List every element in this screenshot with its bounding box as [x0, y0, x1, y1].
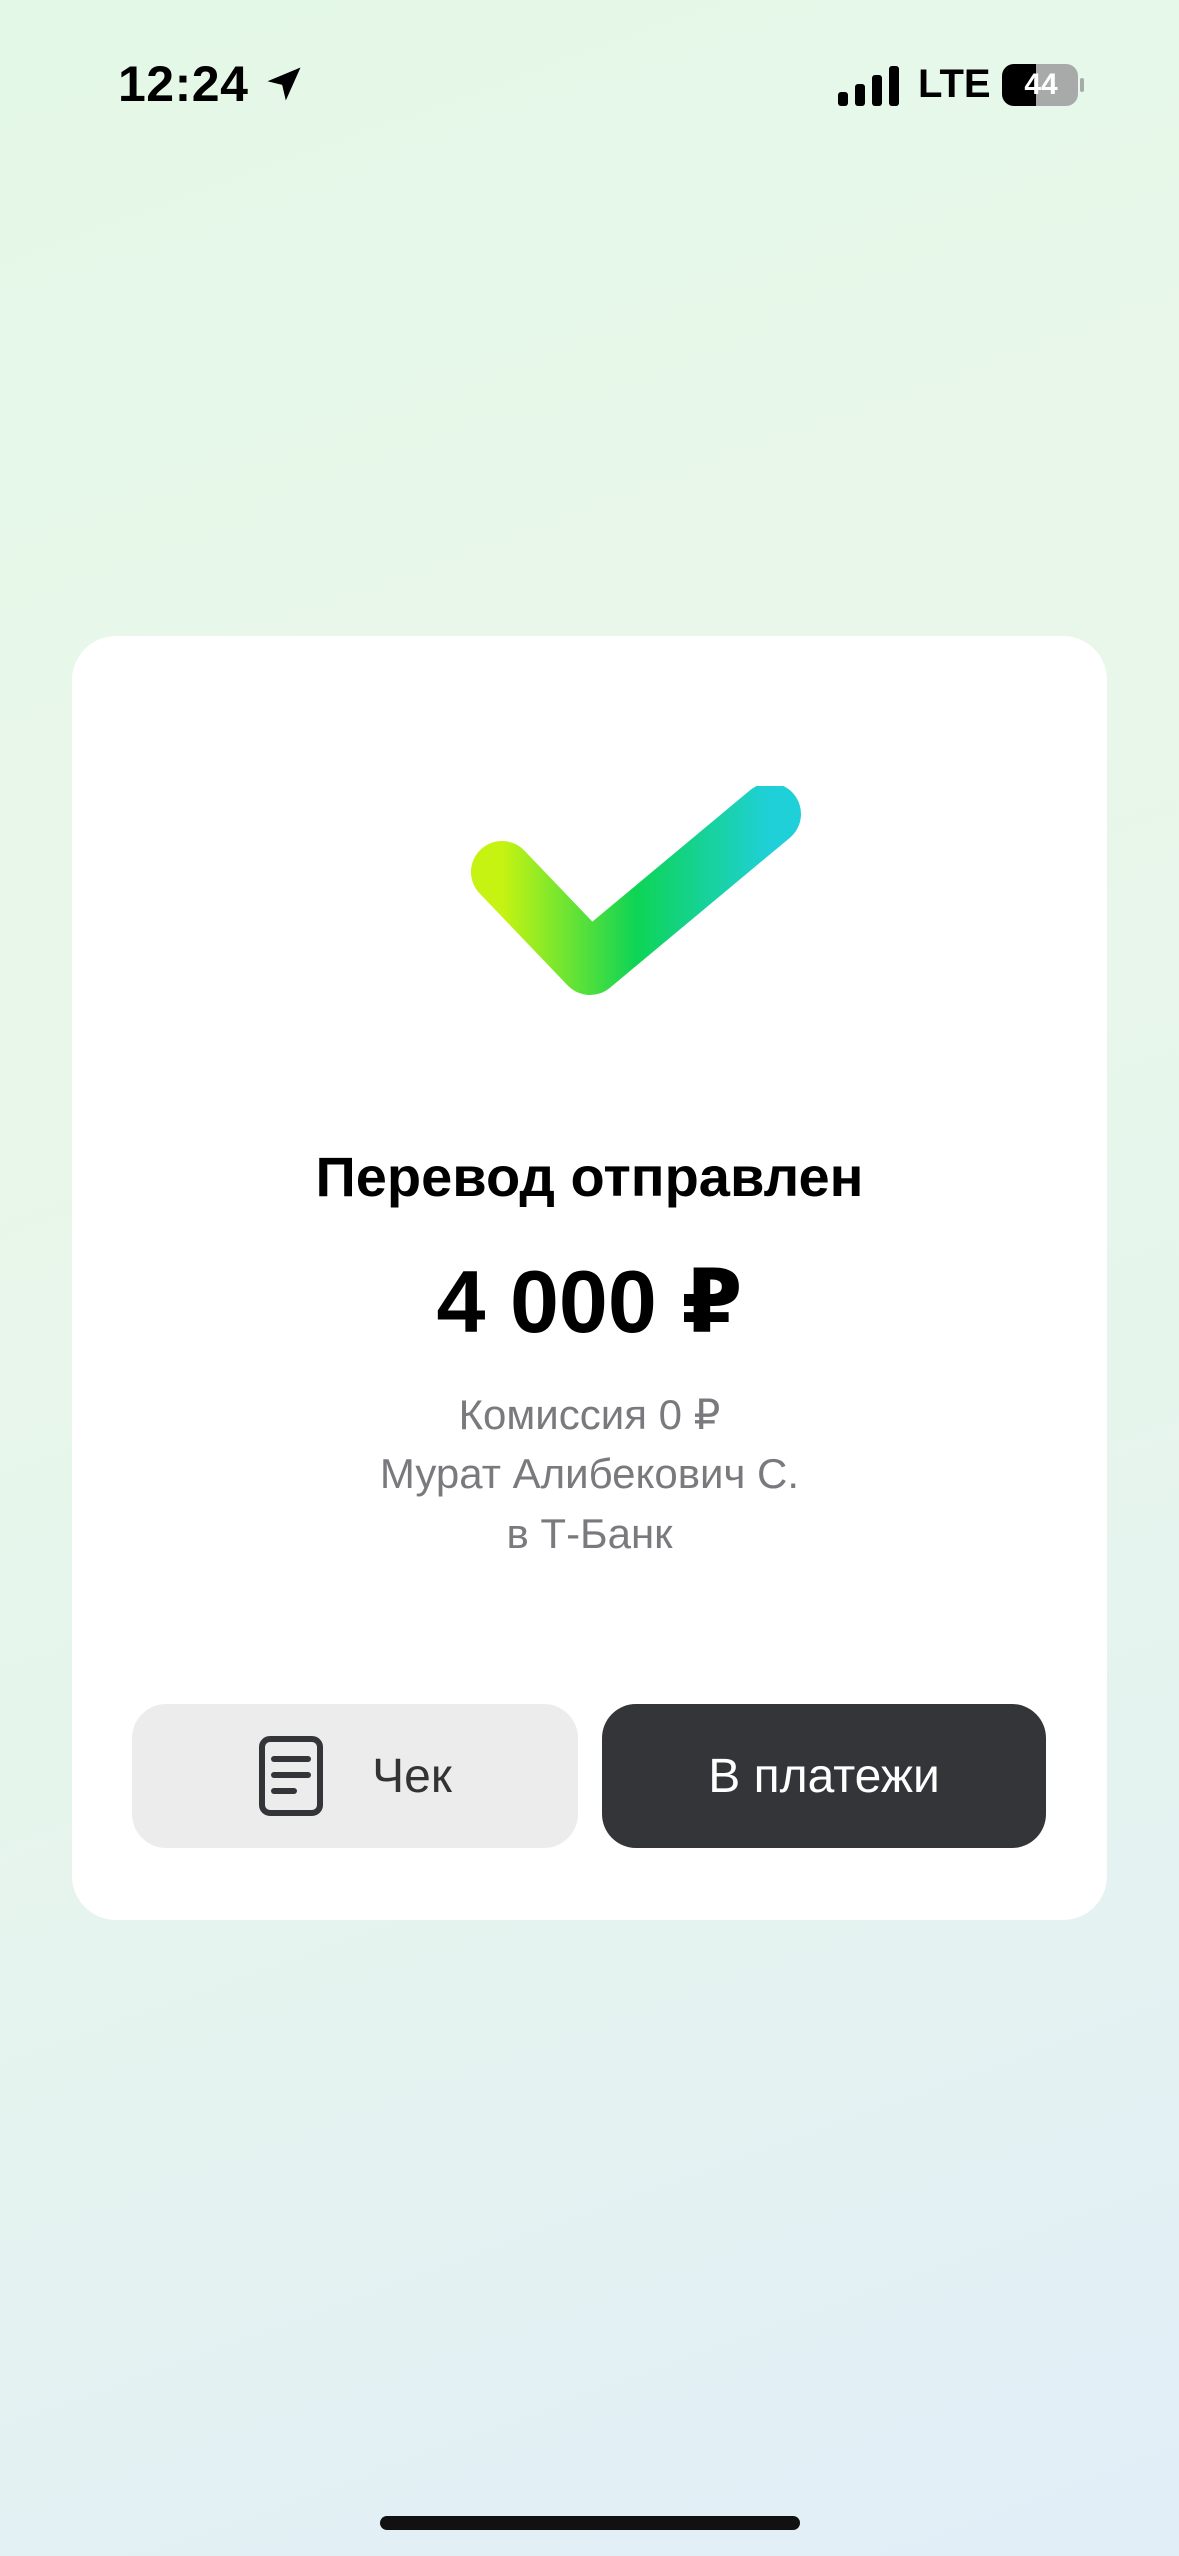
recipient-name: Мурат Алибекович С.	[379, 1450, 800, 1497]
go-to-payments-button[interactable]: В платежи	[602, 1704, 1046, 1848]
checkmark-icon	[471, 786, 801, 995]
location-arrow-icon	[267, 67, 301, 101]
transfer-status-title: Перевод отправлен	[315, 1145, 864, 1208]
go-to-payments-label: В платежи	[708, 1749, 940, 1803]
cellular-signal-icon	[838, 66, 899, 106]
status-time: 12:24	[118, 56, 249, 112]
battery-level: 44	[1024, 68, 1058, 101]
receipt-button[interactable]: Чек	[132, 1704, 578, 1848]
receipt-button-label: Чек	[372, 1749, 452, 1803]
recipient-bank: в Т-Банк	[506, 1510, 673, 1557]
transfer-success-card: Перевод отправлен 4 000 ₽ Комиссия 0 ₽ М…	[72, 636, 1107, 1920]
receipt-icon	[259, 1736, 324, 1816]
home-indicator[interactable]	[380, 2516, 800, 2530]
commission-text: Комиссия 0 ₽	[458, 1391, 721, 1438]
status-bar: 12:24 LTE 44	[0, 0, 1179, 170]
network-type: LTE	[918, 62, 991, 106]
transfer-amount: 4 000 ₽	[436, 1252, 743, 1351]
